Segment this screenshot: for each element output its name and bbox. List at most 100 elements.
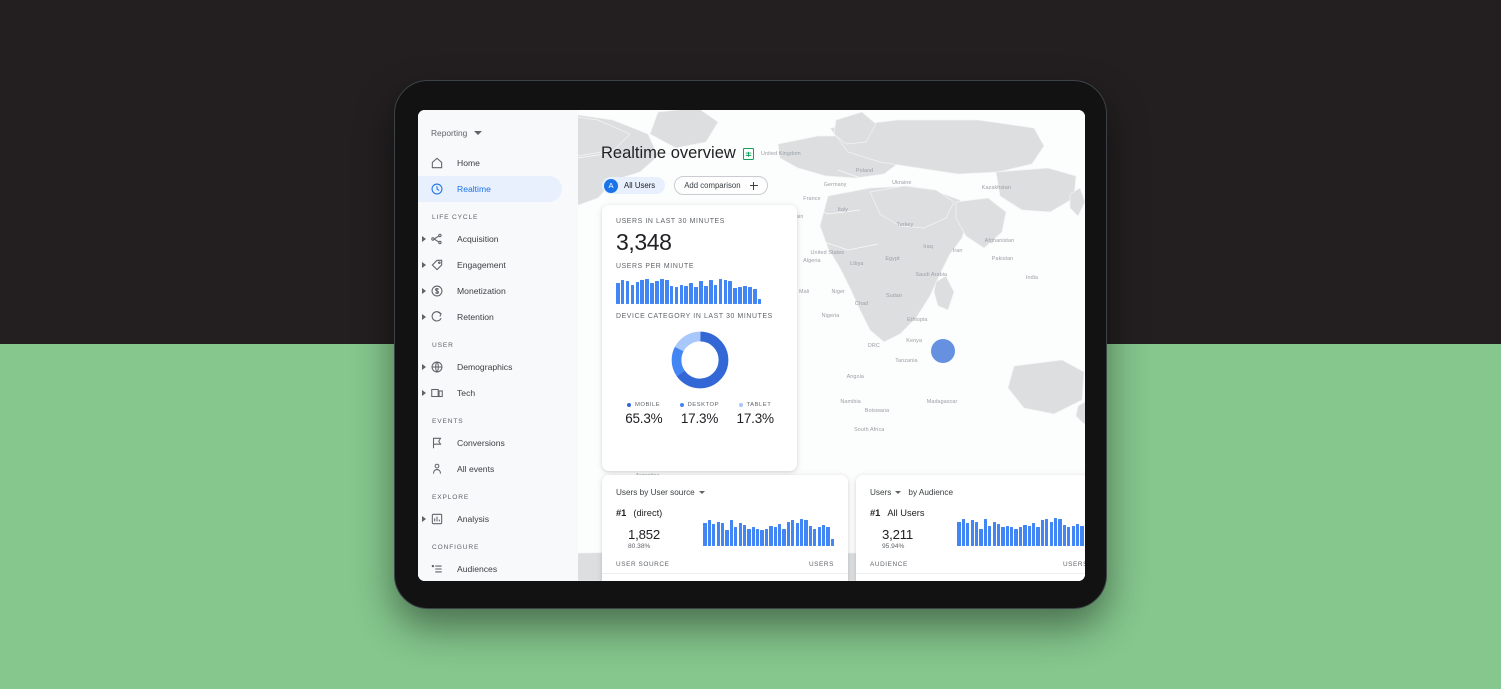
sidebar-item-home[interactable]: Home: [418, 150, 562, 176]
sidebar-section-user: USER: [432, 342, 454, 349]
chevron-down-icon: [474, 131, 483, 135]
bar: [738, 286, 742, 304]
sidebar-item-label: Realtime: [457, 184, 491, 194]
device-category-label: DEVICE CATEGORY IN LAST 30 MINUTES: [616, 313, 773, 320]
reporting-switcher-label: Reporting: [431, 128, 468, 138]
metric-value: 1,852: [628, 527, 661, 542]
sidebar-item-retention[interactable]: Retention: [418, 304, 562, 330]
bar: [988, 526, 992, 546]
column-header-dimension: AUDIENCE: [870, 561, 908, 568]
bar: [660, 279, 664, 304]
table-row[interactable]: All Users 3.2K: [856, 573, 1085, 581]
bar: [747, 528, 751, 546]
column-header-dimension: USER SOURCE: [616, 561, 670, 568]
card-title-dimension: by Audience: [908, 488, 954, 497]
bar: [979, 528, 983, 546]
bar: [808, 526, 813, 546]
map-country-label: Algeria: [803, 257, 821, 264]
bar: [616, 283, 620, 304]
bar: [1067, 527, 1071, 546]
google-sheets-icon[interactable]: [742, 147, 754, 160]
add-comparison-button[interactable]: Add comparison: [674, 176, 768, 195]
clock-icon: [431, 183, 443, 195]
map-country-label: Mali: [798, 288, 810, 295]
map-country-label: Pakistan: [991, 256, 1014, 263]
chevron-down-icon[interactable]: [895, 491, 902, 494]
reporting-switcher[interactable]: Reporting: [418, 110, 578, 138]
sidebar-item-monetization[interactable]: Monetization: [418, 278, 562, 304]
sidebar-item-acquisition[interactable]: Acquisition: [418, 226, 562, 252]
bar: [650, 283, 654, 304]
sidebar-item-conversions[interactable]: Conversions: [418, 430, 562, 456]
bar: [1027, 526, 1031, 546]
legend-dot-icon: [627, 403, 632, 407]
sidebar-item-demographics[interactable]: Demographics: [418, 354, 562, 380]
sidebar-item-all-events[interactable]: All events: [418, 456, 562, 482]
segment-chip-all-users[interactable]: A All Users: [602, 177, 666, 194]
users-per-minute-bar-chart[interactable]: [616, 278, 797, 304]
map-country-label: Libya: [850, 260, 864, 267]
bar: [620, 280, 625, 304]
map-country-label: Namibia: [840, 398, 861, 405]
top-item-row: #1 (direct): [602, 497, 848, 518]
map-country-label: Afghanistan: [984, 237, 1015, 244]
bar: [1014, 528, 1018, 546]
chevron-right-icon: [422, 236, 426, 242]
bar: [743, 285, 747, 304]
add-comparison-label: Add comparison: [684, 181, 741, 190]
bar: [708, 280, 713, 304]
sidebar-item-label: Tech: [457, 388, 476, 398]
active-users-map-marker[interactable]: [931, 339, 955, 363]
sidebar-section-events: EVENTS: [432, 418, 464, 425]
map-country-label: United Kingdom: [761, 150, 801, 157]
sidebar-item-analysis[interactable]: Analysis: [418, 506, 562, 532]
sidebar-item-engagement[interactable]: Engagement: [418, 252, 562, 278]
table-row[interactable]: (direct) 1.9K: [602, 573, 848, 581]
sidebar-item-audiences[interactable]: Audiences: [418, 556, 562, 581]
map-country-label: Botswana: [864, 408, 890, 414]
bar: [1010, 527, 1014, 546]
flag-icon: [432, 437, 442, 449]
card-title[interactable]: Users by Audience: [856, 475, 1085, 497]
device-category-donut-chart[interactable]: [602, 329, 797, 391]
bar: [723, 280, 728, 304]
bar: [704, 285, 708, 304]
sidebar-item-label: Monetization: [457, 286, 506, 296]
column-header-metric: USERS: [1062, 561, 1085, 568]
chevron-right-icon: [422, 262, 426, 268]
sidebar-item-tech[interactable]: Tech: [418, 380, 562, 406]
map-country-label: France: [803, 195, 821, 202]
bar: [769, 526, 773, 546]
bar: [773, 527, 777, 546]
bar: [738, 522, 742, 546]
users-per-minute-label: USERS PER MINUTE: [616, 263, 695, 270]
sidebar-section-configure: CONFIGURE: [432, 544, 480, 551]
avatar: A: [604, 178, 618, 193]
card-title-metric: Users: [870, 488, 892, 497]
map-country-label: Poland: [855, 167, 874, 174]
bar: [664, 280, 669, 304]
chevron-down-icon[interactable]: [698, 491, 705, 494]
bar: [684, 285, 689, 304]
bar: [625, 281, 630, 304]
map-country-label: Saudi Arabia: [915, 271, 948, 278]
audience-bar-chart[interactable]: [957, 518, 1085, 550]
bar: [733, 287, 737, 304]
bar: [1062, 525, 1067, 546]
map-country-label: Egypt: [885, 256, 900, 263]
bar: [703, 522, 707, 546]
chevron-right-icon: [422, 288, 426, 294]
bar: [1045, 519, 1049, 546]
bar: [992, 521, 996, 546]
bar: [1058, 519, 1062, 546]
bar: [1049, 521, 1053, 546]
bar: [786, 521, 791, 546]
card-title[interactable]: Users by User source: [602, 475, 848, 497]
sidebar-item-realtime[interactable]: Realtime: [418, 176, 562, 202]
user-source-bar-chart[interactable]: [703, 518, 834, 550]
sidebar-item-label: All events: [457, 464, 495, 474]
map-country-label: Kazakhstan: [981, 184, 1011, 191]
bar: [720, 522, 725, 546]
bar: [718, 279, 723, 304]
sidebar-section-explore: EXPLORE: [432, 494, 470, 501]
